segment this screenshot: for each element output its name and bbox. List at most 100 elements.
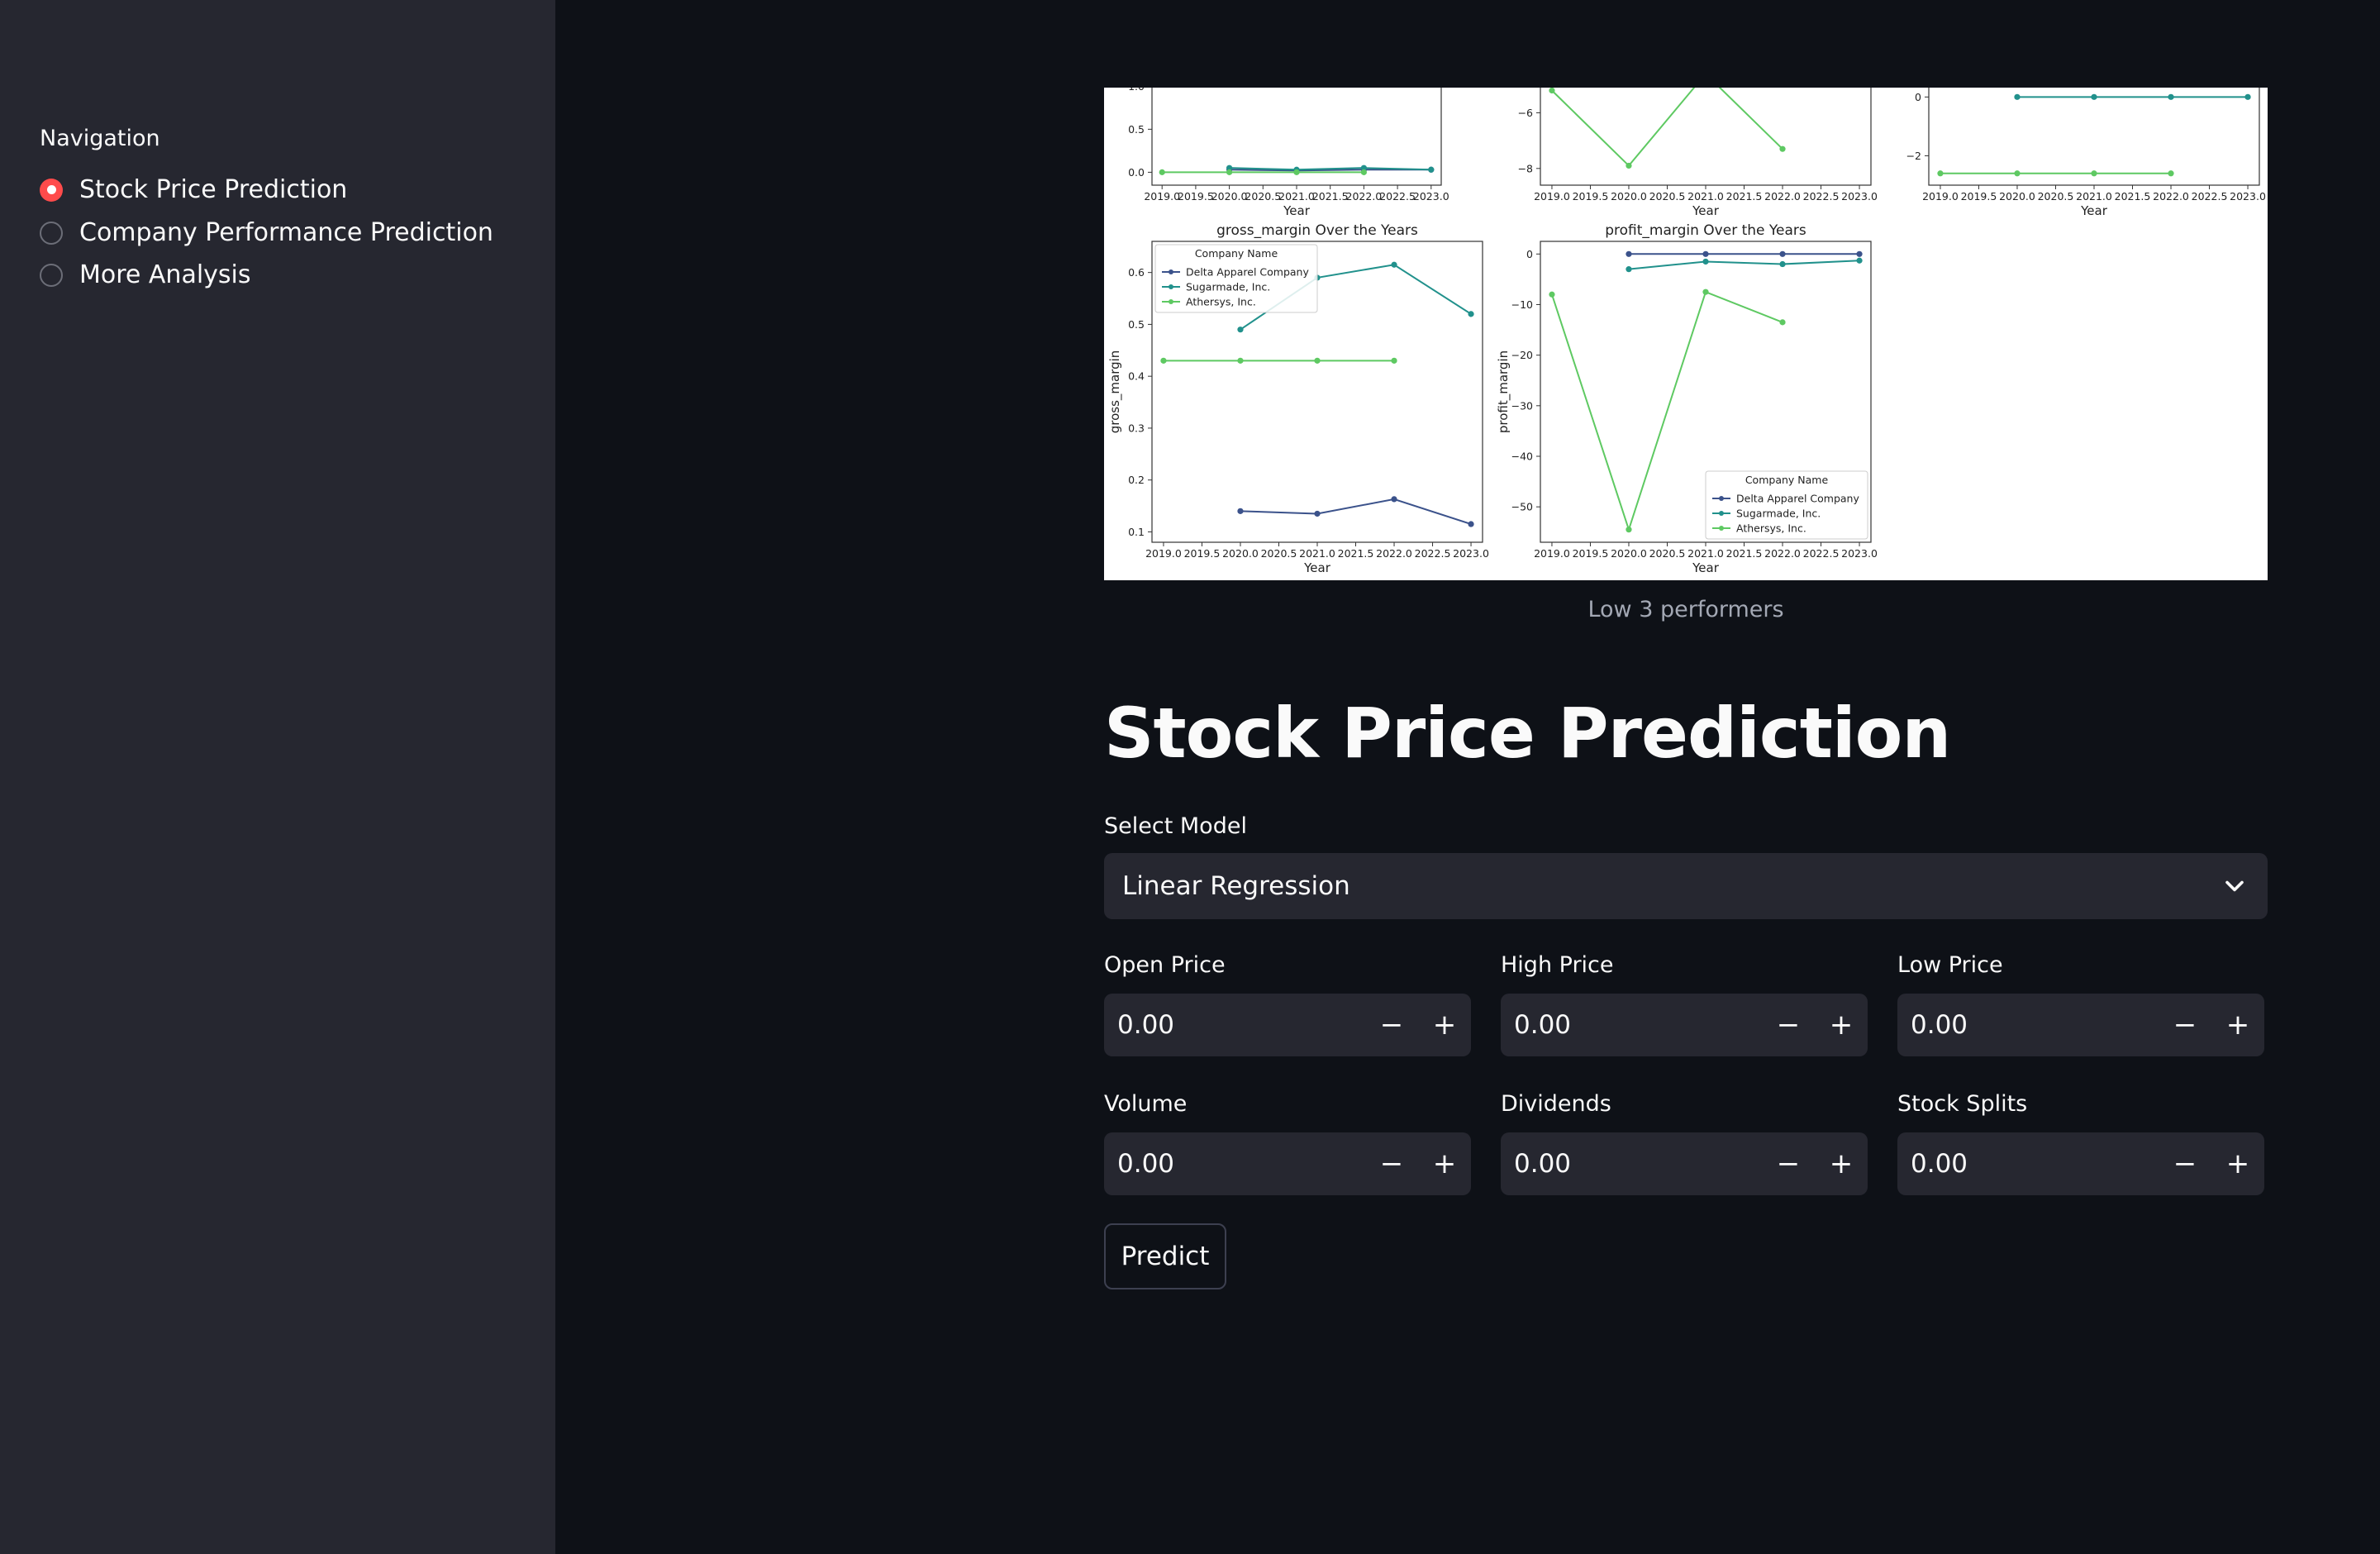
legend-marker <box>1719 526 1724 531</box>
increment-button[interactable]: + <box>2211 994 2264 1056</box>
open-price-value[interactable]: 0.00 <box>1117 1010 1365 1040</box>
low-price-value[interactable]: 0.00 <box>1911 1010 2159 1040</box>
stock-splits-input[interactable]: 0.00 − + <box>1897 1132 2264 1195</box>
data-point <box>1391 357 1397 364</box>
x-tick-label: 2019.5 <box>1961 190 1997 203</box>
series-line <box>1229 167 1431 171</box>
x-tick-label: 2022.5 <box>2192 190 2228 203</box>
nav-radio-label: Company Performance Prediction <box>79 218 493 247</box>
x-tick-label: 2021.5 <box>1726 190 1763 203</box>
y-tick-label: 0.3 <box>1128 422 1145 434</box>
data-point <box>1937 170 1944 177</box>
x-tick-label: 2021.0 <box>1278 190 1315 203</box>
x-tick-label: 2023.0 <box>2230 190 2266 203</box>
data-point <box>1702 258 1709 265</box>
x-tick-label: 2023.0 <box>1453 547 1489 560</box>
volume-input[interactable]: 0.00 − + <box>1104 1132 1471 1195</box>
y-tick-label: −40 <box>1511 450 1533 463</box>
series-group <box>1937 93 2251 177</box>
data-point <box>2014 93 2021 100</box>
high-price-label: High Price <box>1501 952 1614 978</box>
decrement-button[interactable]: − <box>1365 994 1418 1056</box>
nav-radio-label: More Analysis <box>79 260 251 289</box>
x-tick-label: 2019.0 <box>1534 190 1570 203</box>
nav-radio-company-performance-prediction[interactable]: Company Performance Prediction <box>40 218 493 247</box>
stock-splits-value[interactable]: 0.00 <box>1911 1149 2159 1179</box>
nav-radio-stock-price-prediction[interactable]: Stock Price Prediction <box>40 175 347 204</box>
nav-radio-more-analysis[interactable]: More Analysis <box>40 260 251 289</box>
data-point <box>1237 327 1244 333</box>
x-tick-label: 2019.5 <box>1573 190 1609 203</box>
nav-radio-label: Stock Price Prediction <box>79 175 348 204</box>
x-tick-label: 2019.0 <box>1534 547 1570 560</box>
increment-button[interactable]: + <box>1815 1132 1868 1195</box>
y-tick-label: −6 <box>1518 107 1533 119</box>
volume-value[interactable]: 0.00 <box>1117 1149 1365 1179</box>
model-select-value: Linear Regression <box>1122 871 1350 901</box>
y-tick-label: 0 <box>1915 91 1921 103</box>
data-point <box>1626 162 1632 169</box>
sidebar: Navigation Stock Price Prediction Compan… <box>0 0 555 1554</box>
legend-marker <box>1719 511 1724 516</box>
x-tick-label: 2019.5 <box>1178 190 1214 203</box>
data-point <box>2168 93 2174 100</box>
legend-entry: Athersys, Inc. <box>1736 522 1806 535</box>
decrement-button[interactable]: − <box>2159 1132 2211 1195</box>
x-tick-label: 2020.5 <box>1649 190 1686 203</box>
series-group <box>1549 88 1786 169</box>
increment-button[interactable]: + <box>2211 1132 2264 1195</box>
y-tick-label: −10 <box>1511 298 1533 311</box>
y-tick-label: 0.6 <box>1128 266 1145 279</box>
low-price-input[interactable]: 0.00 − + <box>1897 994 2264 1056</box>
data-point <box>1237 508 1244 514</box>
decrement-button[interactable]: − <box>1762 1132 1815 1195</box>
data-point <box>1626 266 1632 273</box>
stock-splits-label: Stock Splits <box>1897 1091 2028 1117</box>
x-tick-label: 2022.5 <box>1415 547 1451 560</box>
legend: Company Name Delta Apparel Company Sugarma… <box>1154 244 1318 313</box>
chart-title: profit_margin Over the Years <box>1605 222 1806 239</box>
increment-button[interactable]: + <box>1418 994 1471 1056</box>
x-axis-label: Year <box>1303 560 1331 575</box>
series-line <box>1229 169 1431 172</box>
increment-button[interactable]: + <box>1418 1132 1471 1195</box>
dividends-value[interactable]: 0.00 <box>1514 1149 1762 1179</box>
series-line <box>1240 498 1472 525</box>
performance-chart-figure: 2019.0 2019.5 2020.0 2020.5 2021.0 2021.5 2022… <box>1104 88 2268 580</box>
x-tick-label: 2021.5 <box>1312 190 1349 203</box>
x-tick-label: 2019.0 <box>1922 190 1959 203</box>
decrement-button[interactable]: − <box>1762 994 1815 1056</box>
y-axis-label: gross_margin <box>1107 350 1123 434</box>
predict-button[interactable]: Predict <box>1104 1223 1226 1289</box>
chart-panel: 2019.02019.52020.02020.52021.02021.52022… <box>1128 88 1449 218</box>
y-tick-label: 0.5 <box>1128 123 1145 136</box>
data-point <box>2091 170 2097 177</box>
open-price-input[interactable]: 0.00 − + <box>1104 994 1471 1056</box>
increment-button[interactable]: + <box>1815 994 1868 1056</box>
data-point <box>1360 169 1367 175</box>
data-point <box>1428 166 1435 173</box>
data-point <box>1226 169 1233 175</box>
chart-title: gross_margin Over the Years <box>1216 222 1418 239</box>
high-price-input[interactable]: 0.00 − + <box>1501 994 1868 1056</box>
chevron-down-icon <box>2225 880 2244 892</box>
x-axis-label: Year <box>1283 203 1311 218</box>
data-point <box>1314 510 1321 517</box>
x-tick-label: 2019.0 <box>1144 190 1180 203</box>
data-point <box>2014 170 2021 177</box>
x-tick-label: 2022.5 <box>1379 190 1416 203</box>
dividends-input[interactable]: 0.00 − + <box>1501 1132 1868 1195</box>
x-tick-label: 2023.0 <box>1413 190 1449 203</box>
legend-marker <box>1169 284 1173 289</box>
legend-title: Company Name <box>1745 474 1829 486</box>
model-select[interactable]: Linear Regression <box>1104 853 2268 919</box>
legend-entry: Sugarmade, Inc. <box>1186 281 1270 293</box>
decrement-button[interactable]: − <box>1365 1132 1418 1195</box>
legend-entry: Athersys, Inc. <box>1186 296 1256 308</box>
y-tick-label: 0.2 <box>1128 474 1145 486</box>
high-price-value[interactable]: 0.00 <box>1514 1010 1762 1040</box>
chart-panel: 2019.02019.52020.02020.52021.02021.52022… <box>1518 88 1878 218</box>
x-tick-label: 2020.0 <box>1222 547 1259 560</box>
decrement-button[interactable]: − <box>2159 994 2211 1056</box>
plot-frame <box>1540 88 1872 186</box>
